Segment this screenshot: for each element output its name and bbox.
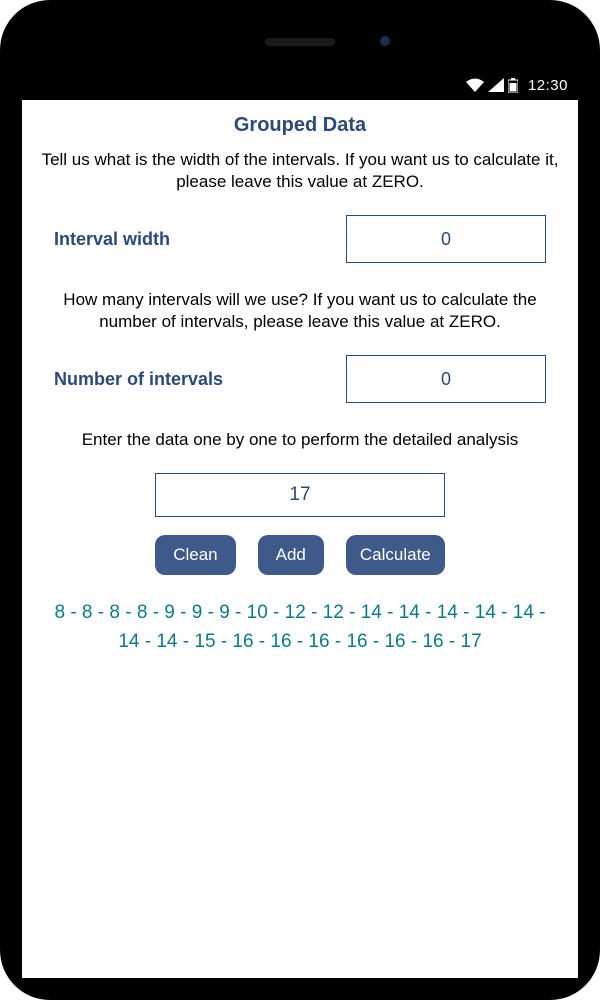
label-interval-width: Interval width (54, 229, 170, 250)
earpiece (265, 38, 335, 46)
signal-icon (488, 78, 504, 92)
instruction-count: How many intervals will we use? If you w… (34, 289, 566, 333)
input-data-value[interactable] (155, 473, 445, 517)
input-interval-width[interactable] (346, 215, 546, 263)
status-time: 12:30 (528, 77, 568, 94)
wifi-icon (466, 78, 484, 92)
row-interval-width: Interval width (34, 215, 566, 263)
clean-button[interactable]: Clean (155, 535, 235, 575)
calculate-button[interactable]: Calculate (346, 535, 445, 575)
status-bar: 12:30 (22, 70, 578, 100)
page-title: Grouped Data (34, 114, 566, 137)
instruction-data: Enter the data one by one to perform the… (34, 429, 566, 451)
label-interval-count: Number of intervals (54, 369, 223, 390)
phone-frame: 12:30 Grouped Data Tell us what is the w… (0, 0, 600, 1000)
data-list: 8 - 8 - 8 - 8 - 9 - 9 - 9 - 10 - 12 - 12… (34, 599, 566, 656)
button-row: Clean Add Calculate (34, 535, 566, 575)
battery-icon (508, 78, 518, 93)
content: Grouped Data Tell us what is the width o… (22, 100, 578, 978)
row-interval-count: Number of intervals (34, 355, 566, 403)
sensor-dot (380, 36, 390, 46)
add-button[interactable]: Add (258, 535, 324, 575)
instruction-width: Tell us what is the width of the interva… (34, 149, 566, 193)
screen: 12:30 Grouped Data Tell us what is the w… (22, 70, 578, 978)
input-interval-count[interactable] (346, 355, 546, 403)
